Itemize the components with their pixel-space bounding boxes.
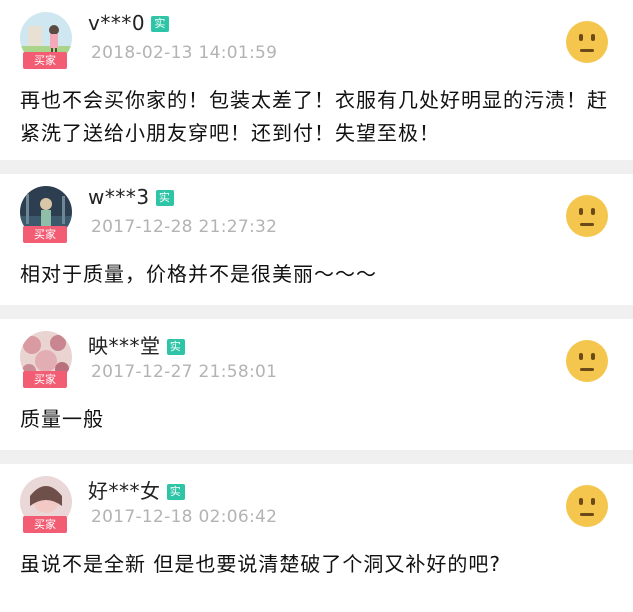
- neutral-face-icon: [565, 20, 609, 64]
- username[interactable]: v***0 实: [88, 11, 170, 35]
- review-comment: 质量一般: [20, 407, 104, 431]
- username-text[interactable]: 映***堂: [88, 334, 161, 358]
- buyer-badge: 买家: [23, 516, 67, 533]
- verified-badge: 实: [166, 339, 185, 355]
- username[interactable]: w***3 实: [88, 185, 174, 209]
- neutral-face-icon: [565, 484, 609, 528]
- review-timestamp: 2017-12-18 02:06:42: [91, 507, 278, 527]
- buyer-badge: 买家: [23, 52, 67, 69]
- username[interactable]: 好***女实: [88, 475, 185, 504]
- review-card: 买家 v***0 实 2018-02-13 14:01:59 再也不会买你家的！包…: [0, 0, 633, 160]
- verified-badge: 实: [151, 16, 170, 32]
- review-card: 买家 w***3 实 2017-12-28 21:27:32 相对于质量，价格并不…: [0, 174, 633, 305]
- review-timestamp: 2017-12-27 21:58:01: [91, 362, 278, 382]
- review-comment: 再也不会买你家的！包装太差了！衣服有几处好明显的污渍！赶紧洗了送给小朋友穿吧！还…: [20, 88, 608, 145]
- verified-badge: 实: [166, 484, 185, 500]
- review-timestamp: 2017-12-28 21:27:32: [91, 217, 278, 237]
- user-avatar-group[interactable]: 买家: [20, 331, 72, 389]
- username-text[interactable]: w***3: [88, 185, 150, 209]
- buyer-badge: 买家: [23, 226, 67, 243]
- review-comment: 相对于质量，价格并不是很美丽～～～: [20, 262, 377, 286]
- user-avatar-group[interactable]: 买家: [20, 12, 72, 70]
- username-text[interactable]: v***0: [88, 11, 145, 35]
- review-card: 买家 好***女实 2017-12-18 02:06:42 虽说不是全新 但是也…: [0, 464, 633, 612]
- verified-badge: 实: [155, 190, 174, 206]
- user-avatar-group[interactable]: 买家: [20, 186, 72, 244]
- review-comment: 虽说不是全新 但是也要说清楚破了个洞又补好的吧?: [20, 552, 501, 576]
- neutral-face-icon: [565, 339, 609, 383]
- review-timestamp: 2018-02-13 14:01:59: [91, 43, 278, 63]
- username[interactable]: 映***堂实: [88, 330, 185, 359]
- user-avatar-group[interactable]: 买家: [20, 476, 72, 534]
- neutral-face-icon: [565, 194, 609, 238]
- review-card: 买家 映***堂实 2017-12-27 21:58:01 质量一般: [0, 319, 633, 450]
- buyer-badge: 买家: [23, 371, 67, 388]
- username-text[interactable]: 好***女: [88, 479, 161, 503]
- review-feed: 买家 v***0 实 2018-02-13 14:01:59 再也不会买你家的！包…: [0, 0, 633, 612]
